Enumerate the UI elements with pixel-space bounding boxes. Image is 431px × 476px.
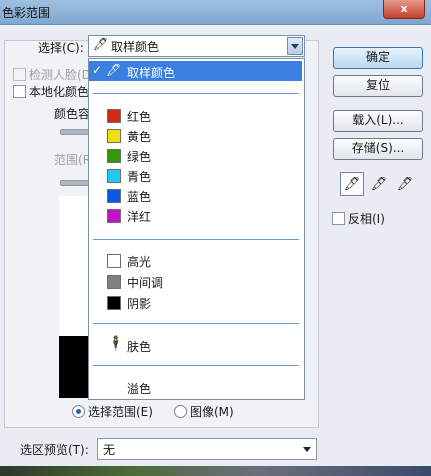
eyedropper-plus-icon: 🖊 [370,176,388,192]
chevron-down-icon[interactable] [287,37,303,55]
dropdown-item-label: 肤色 [127,340,152,354]
dropdown-item-label: 溢色 [127,382,152,396]
invert-checkbox[interactable] [332,212,345,225]
fuzziness-slider[interactable] [60,129,90,135]
selection-radio[interactable] [72,405,85,418]
dropdown-item-shadows[interactable]: 阴影 [89,292,302,312]
subtract-from-sample-tool[interactable]: 🖊 [393,172,417,196]
invert-label: 反相(I) [348,212,385,226]
detect-faces-checkbox[interactable] [13,68,26,81]
eyedropper-icon: 🖊 [93,37,109,51]
person-icon: 🕴 [107,336,125,352]
select-dropdown-list[interactable]: ✓ 🖊 取样颜色 红色 黄色 绿色 青色 蓝色 洋红 高光 中间调 阴影 🕴 肤… [88,58,305,400]
dropdown-item-greens[interactable]: 绿色 [89,145,302,165]
swatch-icon [107,149,121,163]
dropdown-item-label: 阴影 [127,297,152,311]
range-slider[interactable] [60,180,90,186]
dropdown-item-reds[interactable]: 红色 [89,105,302,125]
select-value: 取样颜色 [111,40,160,54]
dropdown-separator [93,323,299,324]
swatch-icon [107,254,121,268]
selection-radio-label: 选择范围(E) [88,405,153,419]
dropdown-item-label: 高光 [127,255,152,269]
chevron-down-icon[interactable] [303,447,311,452]
dropdown-item-label: 蓝色 [127,190,152,204]
swatch-icon [107,275,121,289]
select-label: 选择(C): [38,41,84,55]
dropdown-separator [93,365,299,366]
title-bar: 色彩范围 x [0,0,431,25]
dropdown-item-highlights[interactable]: 高光 [89,250,302,270]
localized-clusters-label: 本地化颜色 [29,85,90,99]
dropdown-item-sampled-colors[interactable]: ✓ 🖊 取样颜色 [89,61,302,81]
localized-clusters-checkbox[interactable] [13,85,26,98]
swatch-icon [107,209,121,223]
eyedropper-tool[interactable]: 🖊 [340,172,364,196]
swatch-icon [107,169,121,183]
selection-preview-select[interactable]: 无 [97,438,317,460]
swatch-icon [107,296,121,310]
dropdown-item-magentas[interactable]: 洋红 [89,205,302,225]
swatch-icon [107,189,121,203]
reset-button[interactable]: 复位 [333,75,423,97]
close-button[interactable]: x [383,0,425,19]
dropdown-item-label: 洋红 [127,210,152,224]
window-title: 色彩范围 [2,6,51,20]
dropdown-separator [93,239,299,240]
dropdown-item-yellows[interactable]: 黄色 [89,125,302,145]
dropdown-item-skin-tones[interactable]: 🕴 肤色 [89,335,302,355]
eyedropper-icon: 🖊 [343,176,361,192]
dropdown-item-out-of-gamut[interactable]: 溢色 [89,377,302,397]
range-label: 范围(R [54,153,92,167]
dropdown-item-midtones[interactable]: 中间调 [89,271,302,291]
dropdown-item-label: 中间调 [127,276,164,290]
background-strip [0,466,431,476]
fuzziness-label: 颜色容 [54,107,91,121]
dropdown-item-label: 绿色 [127,150,152,164]
detect-faces-label: 检测人脸(D) [29,68,96,82]
dropdown-item-cyans[interactable]: 青色 [89,165,302,185]
selection-preview-label: 选区预览(T): [20,443,89,457]
dropdown-separator [93,93,299,94]
load-button[interactable]: 载入(L)... [333,110,423,132]
dropdown-item-label: 黄色 [127,130,152,144]
select-dropdown[interactable]: 🖊 取样颜色 [88,35,305,57]
checkmark-icon: ✓ [92,63,103,77]
dropdown-item-label: 取样颜色 [127,66,176,80]
dropdown-item-label: 青色 [127,170,152,184]
eyedropper-icon: 🖊 [106,63,122,77]
eyedropper-minus-icon: 🖊 [396,176,414,192]
swatch-icon [107,129,121,143]
image-radio[interactable] [174,405,187,418]
selection-preview-value: 无 [103,443,116,457]
dropdown-item-label: 红色 [127,110,152,124]
ok-button[interactable]: 确定 [333,47,423,69]
image-radio-label: 图像(M) [190,405,234,419]
swatch-icon [107,109,121,123]
dropdown-item-blues[interactable]: 蓝色 [89,185,302,205]
save-button[interactable]: 存储(S)... [333,138,423,160]
add-to-sample-tool[interactable]: 🖊 [367,172,391,196]
